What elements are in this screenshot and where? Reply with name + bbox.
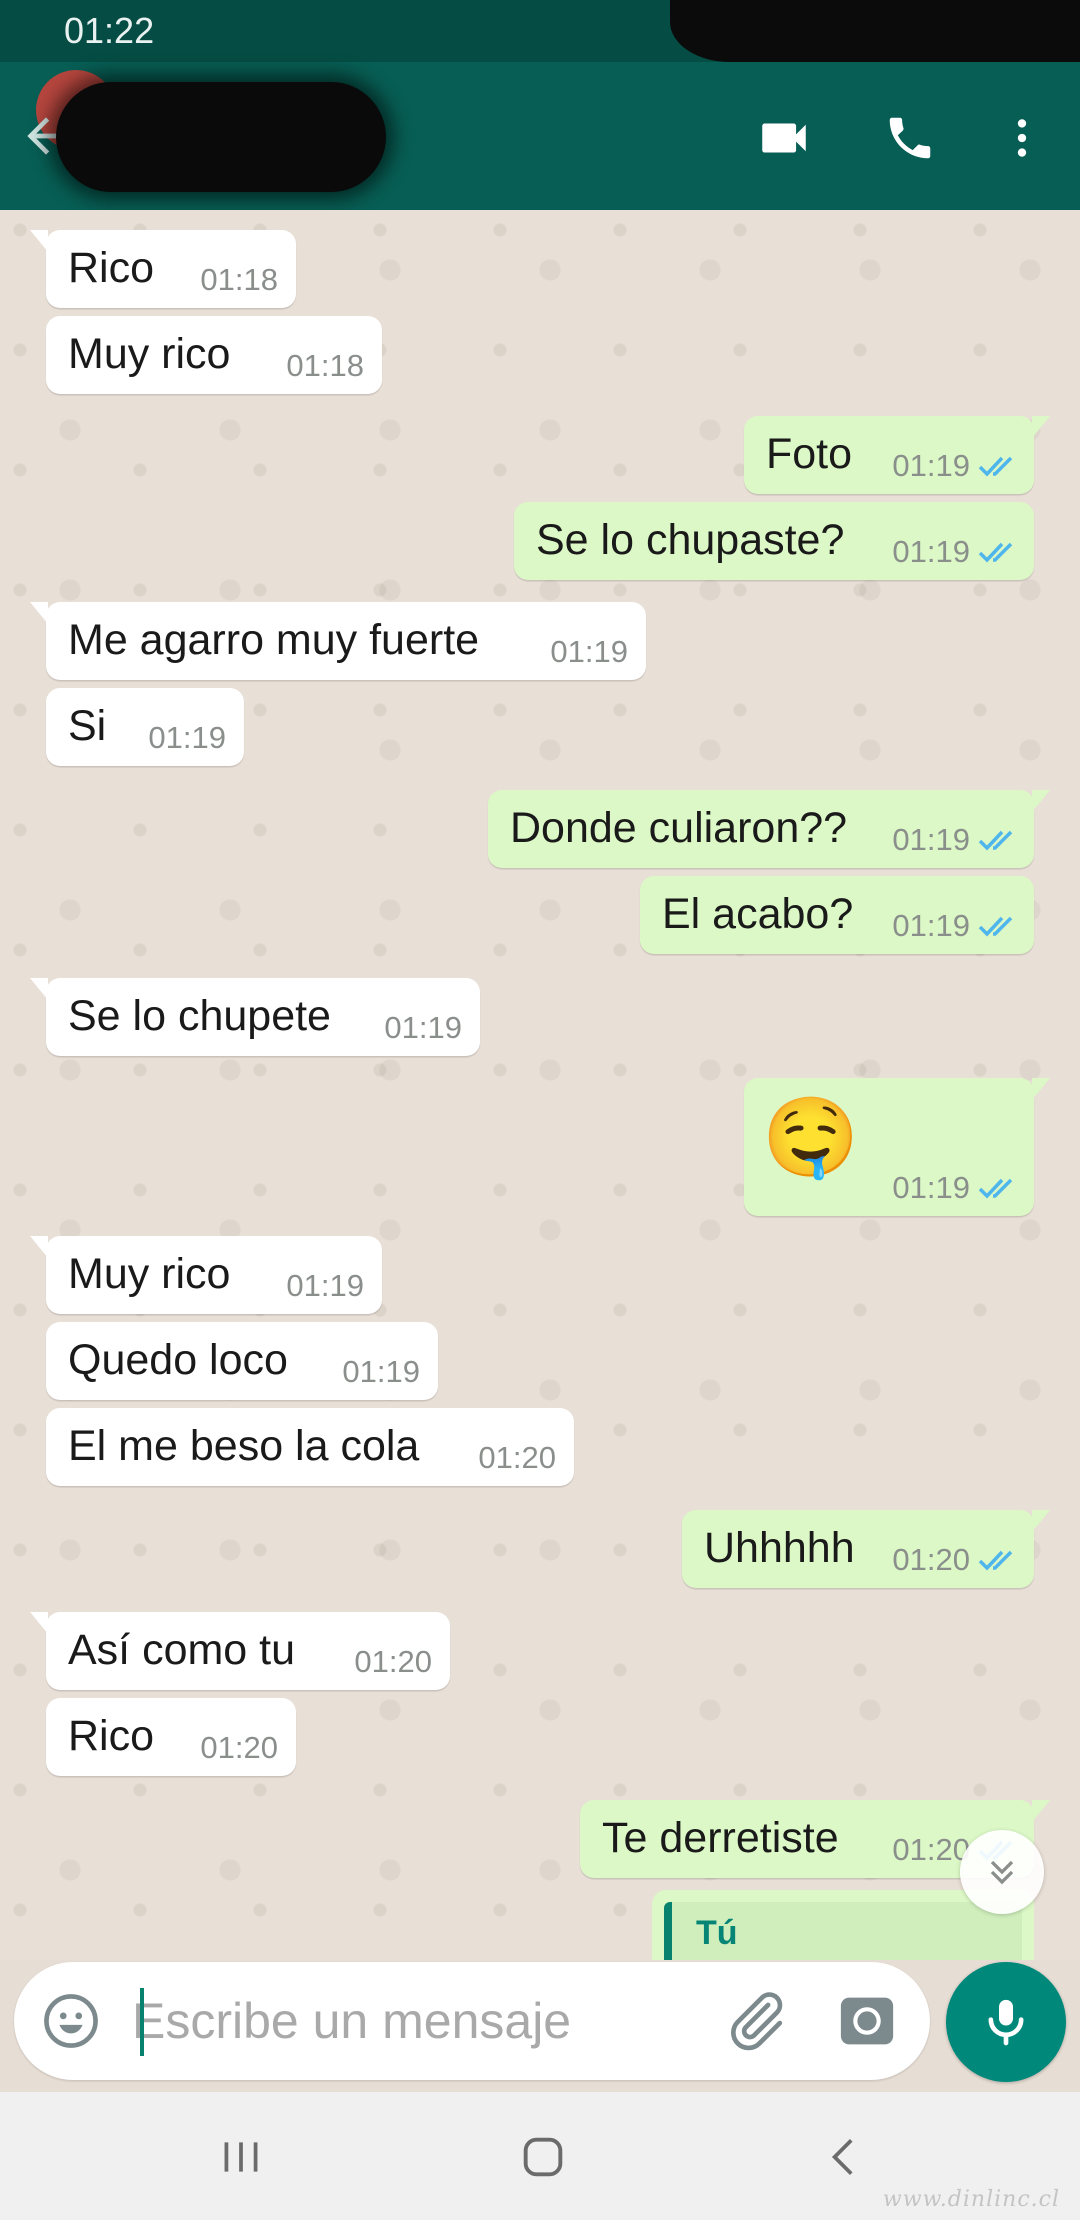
- message-incoming[interactable]: Así como tu 01:20: [30, 1612, 450, 1690]
- message-time: 01:19: [148, 720, 226, 755]
- contact-name-redacted[interactable]: [56, 82, 386, 192]
- message-text: El acabo?: [662, 890, 854, 938]
- message-incoming[interactable]: Quedo loco 01:19: [46, 1322, 438, 1400]
- message-time: 01:18: [200, 262, 278, 297]
- message-text: Rico: [68, 1712, 155, 1760]
- message-time: 01:19: [342, 1354, 420, 1389]
- double-check-icon: [978, 830, 1013, 851]
- chat-header: [0, 62, 1080, 210]
- message-time: 01:18: [286, 348, 364, 383]
- message-text: Donde culiaron??: [510, 804, 848, 852]
- message-text: Muy rico: [68, 330, 231, 378]
- emoji-icon[interactable]: [40, 1990, 102, 2052]
- message-text: Así como tu: [68, 1626, 296, 1674]
- message-time: 01:19: [892, 1170, 970, 1205]
- status-bar: 01:22: [0, 0, 1080, 62]
- message-text: Foto: [766, 430, 853, 478]
- message-text: Te derretiste: [602, 1814, 839, 1862]
- message-outgoing[interactable]: Uhhhhh 01:20: [682, 1510, 1050, 1588]
- message-incoming[interactable]: Rico 01:20: [46, 1698, 296, 1776]
- quoted-author: Tú: [696, 1914, 738, 1952]
- message-text: Rico: [68, 244, 155, 292]
- camera-icon[interactable]: [834, 1988, 900, 2054]
- double-chevron-down-icon: [990, 1860, 1014, 1885]
- message-incoming[interactable]: Me agarro muy fuerte 01:19: [30, 602, 646, 680]
- home-icon[interactable]: [498, 2122, 588, 2192]
- message-incoming[interactable]: El me beso la cola 01:20: [46, 1408, 574, 1486]
- double-check-icon: [978, 916, 1013, 937]
- message-time: 01:20: [892, 1832, 970, 1867]
- message-text: Me agarro muy fuerte: [68, 616, 480, 664]
- message-time: 01:19: [892, 908, 970, 943]
- message-time: 01:19: [892, 448, 970, 483]
- redaction-mark: [670, 0, 1080, 62]
- double-check-icon: [978, 542, 1013, 563]
- message-time: 01:20: [892, 1542, 970, 1577]
- double-check-icon: [978, 456, 1013, 477]
- back-nav-icon[interactable]: [800, 2122, 890, 2192]
- message-time: 01:19: [384, 1010, 462, 1045]
- double-check-icon: [978, 1550, 1013, 1571]
- message-time: 01:20: [200, 1730, 278, 1765]
- message-time: 01:19: [550, 634, 628, 669]
- message-text: El me beso la cola: [68, 1422, 420, 1470]
- message-input[interactable]: [130, 1984, 694, 2058]
- message-time: 01:19: [892, 822, 970, 857]
- message-incoming[interactable]: Muy rico 01:18: [46, 316, 382, 394]
- phone-icon[interactable]: [878, 106, 942, 170]
- recent-apps-icon[interactable]: [196, 2122, 286, 2192]
- quoted-message[interactable]: Tú: [664, 1902, 1022, 1960]
- watermark: www.dinlinc.cl: [882, 2187, 1060, 2212]
- message-text: Quedo loco: [68, 1336, 288, 1384]
- message-outgoing-emoji[interactable]: 🤤 01:19: [744, 1078, 1050, 1216]
- message-incoming[interactable]: Se lo chupete 01:19: [30, 978, 480, 1056]
- video-call-icon[interactable]: [752, 106, 816, 170]
- status-time: 01:22: [64, 10, 155, 51]
- message-incoming[interactable]: Rico 01:18: [30, 230, 296, 308]
- message-outgoing[interactable]: Foto 01:19: [744, 416, 1050, 494]
- microphone-icon: [988, 1999, 1024, 2046]
- message-text: Muy rico: [68, 1250, 231, 1298]
- message-text: Se lo chupete: [68, 992, 331, 1040]
- message-time: 01:19: [892, 534, 970, 569]
- message-time: 01:19: [286, 1268, 364, 1303]
- voice-record-button[interactable]: [946, 1962, 1066, 2082]
- more-vert-icon[interactable]: [990, 106, 1054, 170]
- message-text: Se lo chupaste?: [536, 516, 845, 564]
- message-list[interactable]: Rico 01:18 Muy rico 01:18 Foto 01:19 Se …: [0, 210, 1080, 1960]
- message-incoming[interactable]: Si 01:19: [46, 688, 244, 766]
- message-outgoing[interactable]: Se lo chupaste? 01:19: [514, 502, 1034, 580]
- message-text: Si: [68, 702, 107, 750]
- drooling-face-emoji: 🤤: [762, 1093, 860, 1181]
- message-incoming[interactable]: Muy rico 01:19: [30, 1236, 382, 1314]
- system-navigation-bar: www.dinlinc.cl: [0, 2092, 1080, 2220]
- message-text: Uhhhhh: [704, 1524, 855, 1572]
- message-outgoing[interactable]: Donde culiaron?? 01:19: [488, 790, 1050, 868]
- attach-clip-icon[interactable]: [720, 1986, 790, 2056]
- text-cursor: [140, 1988, 144, 2056]
- scroll-to-bottom-button[interactable]: [960, 1830, 1044, 1914]
- double-check-icon: [978, 1178, 1013, 1199]
- message-time: 01:20: [478, 1440, 556, 1475]
- message-outgoing[interactable]: El acabo? 01:19: [640, 876, 1034, 954]
- message-composer: [14, 1962, 930, 2080]
- message-time: 01:20: [354, 1644, 432, 1679]
